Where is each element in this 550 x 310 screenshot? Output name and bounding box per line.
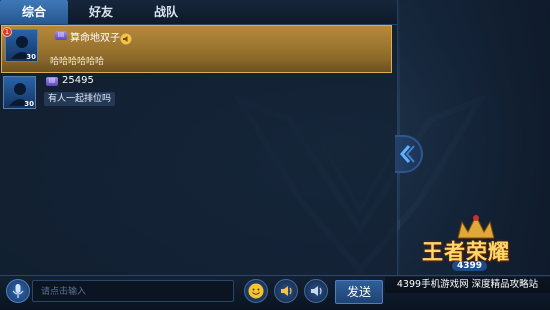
speaker-icon bbox=[120, 30, 132, 45]
chat-tabs: 综合 好友 战队 bbox=[0, 0, 397, 25]
tab-team[interactable]: 战队 bbox=[134, 0, 198, 24]
tab-friends[interactable]: 好友 bbox=[68, 0, 134, 24]
emoji-button[interactable] bbox=[244, 279, 268, 303]
voice-button[interactable] bbox=[6, 279, 30, 303]
game-logo: 王者荣耀 4399 bbox=[402, 210, 550, 275]
player-level: 30 bbox=[26, 53, 36, 61]
chat-message-1[interactable]: 30 III 算命地双子 哈哈哈哈哈哈 bbox=[1, 25, 392, 73]
microphone-icon bbox=[12, 284, 24, 298]
emoji-icon bbox=[248, 283, 264, 299]
speaker-icon bbox=[281, 286, 292, 296]
tab-general[interactable]: 综合 bbox=[0, 0, 68, 24]
sound-button[interactable] bbox=[304, 279, 328, 303]
watermark-text: 4399手机游戏网 深度精品攻略站 bbox=[385, 277, 550, 293]
rank-badge: III bbox=[46, 77, 58, 86]
message-text: 哈哈哈哈哈哈 bbox=[50, 57, 105, 67]
sender-name: 25495 bbox=[62, 75, 94, 86]
message-input[interactable]: 请点击输入 bbox=[32, 280, 234, 302]
message-text: 有人一起排位吗 bbox=[44, 92, 116, 106]
avatar[interactable]: 30 bbox=[3, 76, 36, 109]
logo-subtitle: 4399 bbox=[452, 261, 488, 271]
volume-icon bbox=[311, 286, 322, 296]
speaker-button[interactable] bbox=[274, 279, 298, 303]
chevron-left-icon bbox=[400, 145, 415, 163]
sender-name: 算命地双子 bbox=[70, 33, 120, 44]
player-level: 30 bbox=[24, 100, 34, 108]
send-button[interactable]: 发送 bbox=[335, 280, 383, 304]
alert-badge: 1 bbox=[2, 27, 12, 37]
rank-badge: III bbox=[55, 31, 67, 40]
